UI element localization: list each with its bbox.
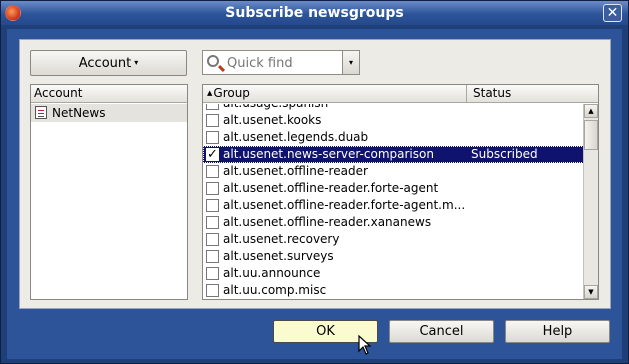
subscribe-checkbox[interactable] [206,199,219,212]
table-row[interactable]: alt.usenet.surveys [203,248,584,265]
app-icon [5,5,21,21]
scroll-thumb[interactable] [584,120,598,150]
quick-find-dropdown-button[interactable]: ▾ [342,51,359,74]
subscribe-checkbox[interactable] [206,182,219,195]
group-name: alt.usenet.news-server-comparison [223,147,434,161]
window-title: Subscribe newsgroups [225,5,404,21]
dialog-window: Subscribe newsgroups ✕ Account▾ ▾ Accoun… [0,0,629,364]
table-row[interactable]: alt.uu.comp.misc [203,282,584,299]
account-menu-button[interactable]: Account ▾ [30,50,187,76]
table-row[interactable]: alt.usage.spanish [203,104,584,112]
account-column-header[interactable]: Account [31,85,187,103]
account-button-label: Account [78,56,132,71]
quick-find-box[interactable]: ▾ [202,50,360,75]
close-button[interactable]: ✕ [603,4,622,22]
group-name: alt.usenet.recovery [223,232,340,246]
table-row[interactable]: alt.usenet.offline-reader.xananews [203,214,584,231]
group-name: alt.usenet.legends.duab [223,130,369,144]
subscribe-checkbox[interactable] [206,267,219,280]
group-name: alt.usenet.offline-reader [223,164,368,178]
group-name: alt.usenet.kooks [223,113,322,127]
group-column-label: Group [213,86,250,100]
table-row[interactable]: alt.usenet.legends.duab [203,129,584,146]
vertical-scrollbar[interactable]: ▲ ▼ [583,104,598,299]
subscribe-checkbox[interactable] [206,233,219,246]
group-list[interactable]: ▲Group Status alt.usage.spanishalt.usene… [202,84,599,300]
cancel-button[interactable]: Cancel [389,320,494,343]
subscribe-checkbox[interactable] [206,284,219,297]
account-item-netnews[interactable]: NetNews [31,104,187,122]
content-panel: Account▾ ▾ Account NetNews ▲Group Status [19,39,611,309]
group-name: alt.usenet.offline-reader.forte-agent [223,181,439,195]
table-row[interactable]: alt.usenet.offline-reader.forte-agent.m.… [203,197,584,214]
account-item-label: NetNews [52,106,106,120]
dialog-body: Account▾ ▾ Account NetNews ▲Group Status [7,29,622,359]
chevron-down-icon: ▾ [134,58,139,67]
subscribe-checkbox[interactable] [206,165,219,178]
scroll-up-button[interactable]: ▲ [584,104,598,118]
group-name: alt.usenet.offline-reader.forte-agent.m.… [223,198,466,212]
table-row[interactable]: alt.uu.announce [203,265,584,282]
group-list-header: ▲Group Status [203,85,598,103]
group-rows: alt.usage.spanishalt.usenet.kooks alt.use… [203,104,584,299]
account-list[interactable]: Account NetNews [30,84,188,300]
table-row[interactable]: alt.usenet.news-server-comparison Subscri… [203,146,584,163]
scroll-down-button[interactable]: ▼ [584,285,598,299]
table-row[interactable]: alt.usenet.offline-reader [203,163,584,180]
table-row[interactable]: alt.usenet.offline-reader.forte-agent [203,180,584,197]
subscribe-checkbox[interactable] [206,114,219,127]
subscribe-checkbox[interactable] [206,104,219,110]
help-button[interactable]: Help [505,320,610,343]
table-row[interactable]: alt.usenet.kooks [203,112,584,129]
group-rows-viewport: alt.usage.spanishalt.usenet.kooks alt.use… [203,104,584,299]
title-bar[interactable]: Subscribe newsgroups ✕ [1,1,628,25]
subscribe-checkbox[interactable] [206,146,219,163]
status-column-header[interactable]: Status [473,85,511,102]
group-column-header[interactable]: ▲Group [203,85,467,102]
subscribe-checkbox[interactable] [206,250,219,263]
group-status: Subscribed [471,147,538,161]
search-icon [207,55,219,67]
sort-ascending-icon: ▲ [207,89,213,97]
quick-find-input[interactable] [227,54,339,72]
newsgroup-icon [35,106,47,119]
subscribe-checkbox[interactable] [206,216,219,229]
group-name: alt.usenet.offline-reader.xananews [223,215,432,229]
group-name: alt.usenet.surveys [223,249,334,263]
group-name: alt.usage.spanish [223,104,328,112]
table-row[interactable]: alt.usenet.recovery [203,231,584,248]
subscribe-checkbox[interactable] [206,131,219,144]
group-name: alt.uu.announce [223,266,321,280]
group-name: alt.uu.comp.misc [223,283,327,297]
